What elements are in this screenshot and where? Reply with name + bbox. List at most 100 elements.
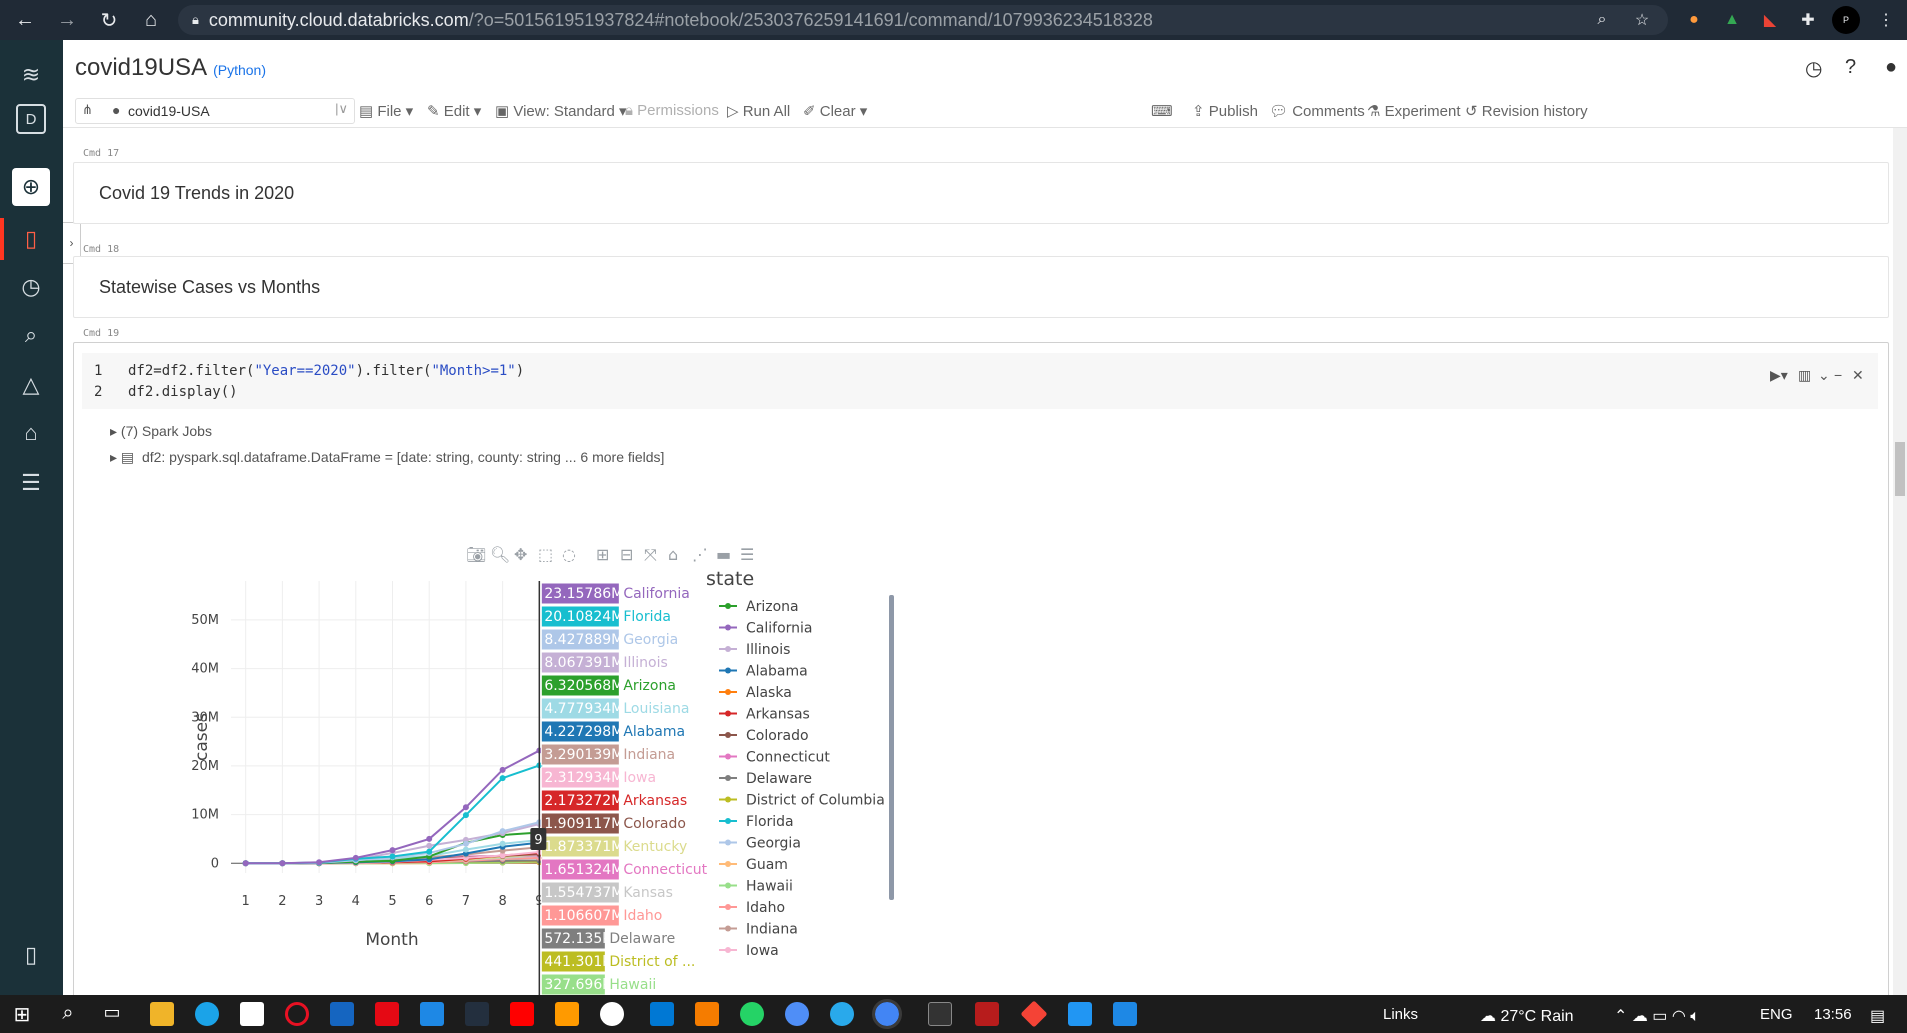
signal-icon[interactable] <box>785 1002 809 1026</box>
app-icon[interactable] <box>975 1002 999 1026</box>
publish-button[interactable]: ⇪ Publish <box>1192 102 1258 120</box>
home-icon[interactable]: ⌂ <box>134 3 168 37</box>
youtube-icon[interactable] <box>510 1002 534 1026</box>
onedrive-icon[interactable] <box>1113 1002 1137 1026</box>
edge-icon[interactable] <box>195 1002 219 1026</box>
chevron-down-icon[interactable]: ⌄ <box>1818 367 1830 384</box>
search-icon[interactable]: ⌕ <box>56 1002 80 1026</box>
hover-series-name: Kentucky <box>623 839 687 855</box>
language-indicator[interactable]: ENG <box>1760 1006 1793 1023</box>
minimize-icon[interactable]: − <box>1834 367 1842 383</box>
notebook-body: Cmd 17 Covid 19 Trends in 2020 Cmd 18 St… <box>63 128 1895 995</box>
reload-icon[interactable]: ↻ <box>92 3 126 37</box>
legend-item: Indiana <box>746 922 798 938</box>
netflix-icon[interactable] <box>375 1002 399 1026</box>
task-view-icon[interactable]: ▭ <box>100 1002 124 1026</box>
clusters-icon[interactable]: ⌂ <box>12 414 50 452</box>
store-icon[interactable] <box>240 1002 264 1026</box>
opera-icon[interactable] <box>285 1002 309 1026</box>
layers-icon[interactable]: ≋ <box>12 56 50 94</box>
terminal-icon[interactable] <box>928 1002 952 1026</box>
help-icon[interactable]: ? <box>1845 56 1856 79</box>
address-bar[interactable]: 🔒︎ community.cloud.databricks.com/?o=501… <box>178 5 1668 35</box>
extension-icon[interactable]: ◣ <box>1756 6 1784 34</box>
chart-icon[interactable]: ▥ <box>1798 367 1811 384</box>
revision-history-button[interactable]: ↺ Revision history <box>1465 102 1588 120</box>
file-menu[interactable]: ▤ File ▾ <box>359 102 413 120</box>
bookmark-star-icon[interactable]: ☆ <box>1628 6 1656 34</box>
user-icon[interactable]: ● <box>1885 56 1897 79</box>
legend-swatch-marker <box>725 775 731 781</box>
notification-icon[interactable]: ▤ <box>1870 1006 1885 1026</box>
edit-menu[interactable]: ✎ Edit ▾ <box>427 102 481 120</box>
back-icon[interactable]: ← <box>8 3 42 37</box>
y-tick-label: 50M <box>191 613 219 628</box>
cluster-selector[interactable]: ⋔ ● covid19-USA |∨ <box>75 98 355 124</box>
lock-icon: 🔒︎ <box>192 12 199 27</box>
markdown-cell[interactable]: Covid 19 Trends in 2020 <box>73 162 1889 224</box>
notebook-title[interactable]: covid19USA (Python) <box>75 54 266 82</box>
windows-start-icon[interactable]: ⊞ <box>10 1002 34 1026</box>
data-point <box>499 828 506 835</box>
hover-series-name: Idaho <box>623 908 662 924</box>
clear-menu[interactable]: ✐ Clear ▾ <box>803 102 867 120</box>
hover-value-label: 4.777934M <box>544 701 623 717</box>
app-icon[interactable] <box>420 1002 444 1026</box>
spark-jobs-toggle[interactable]: ▸ (7) Spark Jobs <box>110 423 212 440</box>
profile-avatar[interactable]: P <box>1832 6 1860 34</box>
git-icon[interactable] <box>1020 1000 1048 1028</box>
forward-icon[interactable]: → <box>50 3 84 37</box>
slack-icon[interactable] <box>600 1002 624 1026</box>
sublime-icon[interactable] <box>695 1002 719 1026</box>
close-icon[interactable]: ✕ <box>1852 367 1864 384</box>
recents-clock-icon[interactable]: ◷ <box>12 268 50 306</box>
view-menu[interactable]: ▣ View: Standard ▾ <box>495 102 627 120</box>
legend-swatch-marker <box>725 753 731 760</box>
puzzle-icon[interactable]: ✚ <box>1794 6 1822 34</box>
hover-value-label: 1.909117M <box>544 816 623 832</box>
search-icon[interactable]: ⌕ <box>12 316 50 354</box>
markdown-cell[interactable]: Statewise Cases vs Months <box>73 256 1889 318</box>
weather-widget[interactable]: ☁ 27°C Rain <box>1480 1006 1574 1026</box>
code-editor[interactable]: 1 df2=df2.filter("Year==2020").filter("M… <box>82 353 1878 409</box>
extension-icon[interactable]: ● <box>1680 6 1708 34</box>
telegram-icon[interactable] <box>830 1002 854 1026</box>
file-explorer-icon[interactable] <box>150 1002 174 1026</box>
create-icon[interactable]: ⊕ <box>12 168 50 206</box>
hover-value-label: 1.651324M <box>544 862 623 878</box>
menu-kebab-icon[interactable]: ⋮ <box>1872 6 1900 34</box>
legend-swatch-marker <box>725 603 731 609</box>
run-all-button[interactable]: ▷ Run All <box>727 102 790 120</box>
data-science-icon[interactable]: D <box>16 104 46 134</box>
permissions-button[interactable]: 🔒︎ Permissions <box>625 102 719 119</box>
links-toolbar[interactable]: Links <box>1383 1006 1418 1023</box>
mail-icon[interactable] <box>330 1002 354 1026</box>
y-tick-label: 40M <box>191 662 219 677</box>
run-cell-icon[interactable]: ▶▾ <box>1770 367 1788 384</box>
zoom-icon[interactable]: ⌕ <box>1588 6 1616 34</box>
vertical-scrollbar[interactable] <box>1893 128 1907 995</box>
illustrator-icon[interactable] <box>555 1002 579 1026</box>
data-point <box>462 846 469 853</box>
whatsapp-icon[interactable] <box>740 1002 764 1026</box>
jobs-list-icon[interactable]: ☰ <box>12 464 50 502</box>
cmd-label: Cmd 19 <box>83 328 120 339</box>
schedule-clock-icon[interactable]: ◷ <box>1805 56 1822 81</box>
vscode-icon[interactable] <box>650 1002 674 1026</box>
x-tick-label: 2 <box>278 894 286 909</box>
clock[interactable]: 13:56 <box>1814 1006 1852 1023</box>
chart-legend: state Arizona California Illinois Alabama Ala… <box>706 568 894 959</box>
drive-extension-icon[interactable]: ▲ <box>1718 6 1746 34</box>
compute-shapes-icon[interactable]: △ <box>12 366 50 404</box>
comments-button[interactable]: 💬︎ Comments <box>1269 102 1365 120</box>
scrollbar-thumb[interactable] <box>1895 442 1905 496</box>
tray-icons[interactable]: ⌃ ☁ ▭ ◠ 🔈︎ <box>1614 1006 1700 1026</box>
chrome-icon[interactable] <box>872 999 902 1029</box>
photos-icon[interactable] <box>1068 1002 1092 1026</box>
keyboard-icon[interactable]: ⌨ <box>1151 102 1173 120</box>
workspace-icon[interactable]: ▯ <box>12 220 50 258</box>
dataframe-schema-toggle[interactable]: ▸ ▤ df2: pyspark.sql.dataframe.DataFrame… <box>110 449 664 466</box>
prime-video-icon[interactable] <box>465 1002 489 1026</box>
experiment-button[interactable]: ⚗ Experiment <box>1367 102 1461 120</box>
panel-toggle-icon[interactable]: ▯ <box>12 936 50 974</box>
